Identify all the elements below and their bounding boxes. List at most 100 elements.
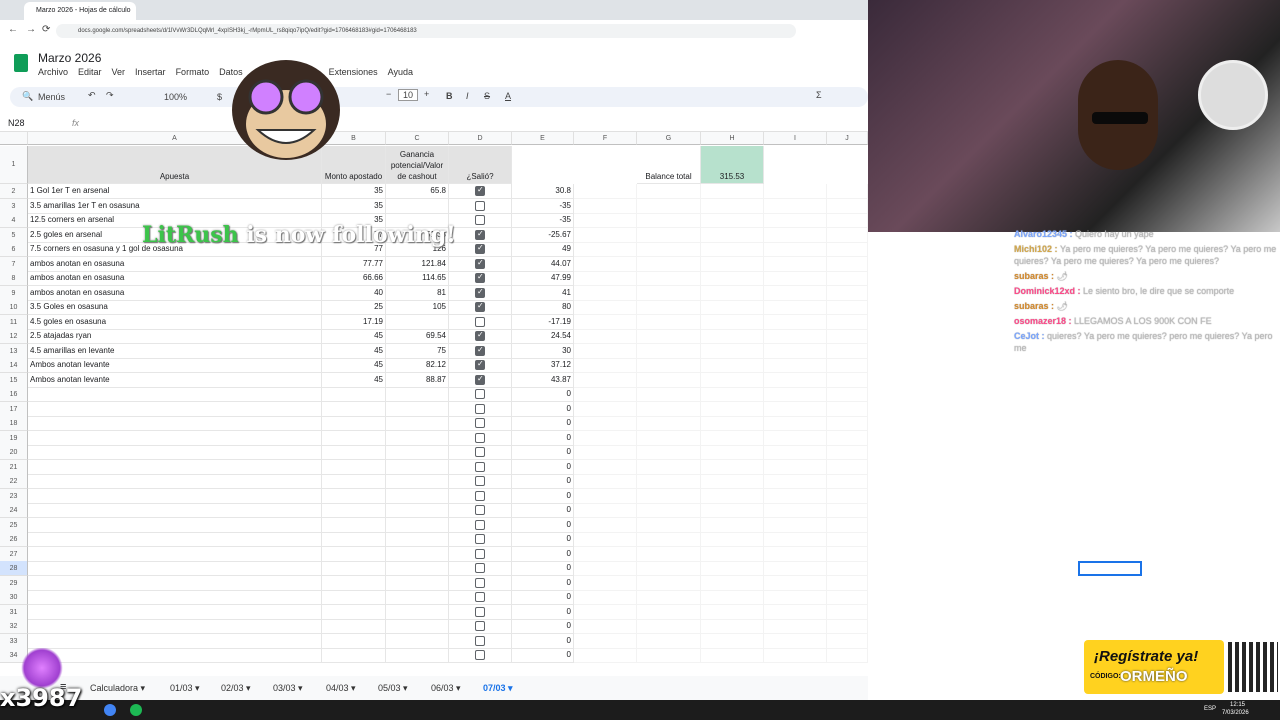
monto-cell[interactable]: 40 xyxy=(322,286,386,301)
empty-cell[interactable] xyxy=(574,605,637,620)
monto-cell[interactable] xyxy=(322,402,386,417)
empty-cell[interactable] xyxy=(701,532,764,547)
salio-checkbox[interactable] xyxy=(475,505,485,515)
apuesta-cell[interactable]: 3.5 Goles en osasuna xyxy=(28,300,322,315)
row-number[interactable]: 19 xyxy=(0,431,28,446)
empty-cell[interactable] xyxy=(764,184,827,199)
empty-cell[interactable] xyxy=(764,648,827,663)
ganancia-cell[interactable] xyxy=(386,474,449,489)
resultado-cell[interactable]: 0 xyxy=(512,489,574,504)
salio-checkbox[interactable] xyxy=(475,345,485,356)
resultado-cell[interactable]: -35 xyxy=(512,199,574,214)
apuesta-cell[interactable] xyxy=(28,619,322,634)
bold-icon[interactable]: B xyxy=(446,91,453,101)
empty-cell[interactable] xyxy=(637,300,701,315)
empty-cell[interactable] xyxy=(764,532,827,547)
row-number[interactable]: 32 xyxy=(0,619,28,634)
empty-cell[interactable] xyxy=(701,315,764,330)
resultado-cell[interactable]: 30 xyxy=(512,344,574,359)
empty-cell[interactable] xyxy=(764,213,827,228)
monto-cell[interactable]: 45 xyxy=(322,329,386,344)
empty-cell[interactable] xyxy=(701,344,764,359)
ganancia-cell[interactable] xyxy=(386,503,449,518)
empty-cell[interactable] xyxy=(701,634,764,649)
apuesta-cell[interactable] xyxy=(28,503,322,518)
salio-checkbox[interactable] xyxy=(475,287,485,298)
empty-cell[interactable] xyxy=(827,228,868,243)
empty-cell[interactable] xyxy=(574,547,637,562)
currency-format-button[interactable]: $ xyxy=(217,92,222,102)
increase-font-icon[interactable]: + xyxy=(424,89,429,99)
resultado-cell[interactable]: 43.87 xyxy=(512,373,574,388)
salio-checkbox[interactable] xyxy=(475,592,485,602)
chrome-icon[interactable] xyxy=(104,704,116,716)
column-header[interactable]: D xyxy=(449,132,512,145)
row-number[interactable]: 7 xyxy=(0,257,28,272)
language-indicator[interactable]: ESP xyxy=(1204,706,1216,712)
empty-cell[interactable] xyxy=(637,358,701,373)
row-number[interactable]: 1 xyxy=(0,146,28,184)
row-number[interactable]: 18 xyxy=(0,416,28,431)
empty-cell[interactable] xyxy=(701,445,764,460)
menus-button[interactable]: Menús xyxy=(38,92,65,102)
resultado-cell[interactable]: 0 xyxy=(512,634,574,649)
chat-username[interactable]: Dominick12xd : xyxy=(1014,286,1083,296)
apuesta-cell[interactable] xyxy=(28,387,322,402)
empty-cell[interactable] xyxy=(764,344,827,359)
name-box[interactable]: N28 xyxy=(8,118,25,128)
empty-cell[interactable] xyxy=(574,199,637,214)
ganancia-cell[interactable] xyxy=(386,576,449,591)
apuesta-cell[interactable] xyxy=(28,518,322,533)
ganancia-cell[interactable]: 82.12 xyxy=(386,358,449,373)
resultado-cell[interactable]: -25.67 xyxy=(512,228,574,243)
font-size-input[interactable]: 10 xyxy=(398,89,419,101)
empty-cell[interactable] xyxy=(827,489,868,504)
salio-checkbox[interactable] xyxy=(475,491,485,501)
ganancia-cell[interactable] xyxy=(386,387,449,402)
empty-cell[interactable] xyxy=(764,416,827,431)
search-icon[interactable]: 🔍 xyxy=(22,91,33,102)
empty-cell[interactable] xyxy=(827,242,868,257)
empty-cell[interactable] xyxy=(701,228,764,243)
apuesta-cell[interactable] xyxy=(28,431,322,446)
menu-help[interactable]: Ayuda xyxy=(388,67,413,77)
empty-cell[interactable] xyxy=(701,286,764,301)
monto-cell[interactable]: 45 xyxy=(322,373,386,388)
empty-cell[interactable] xyxy=(701,184,764,199)
empty-cell[interactable] xyxy=(764,402,827,417)
ganancia-cell[interactable]: 65.8 xyxy=(386,184,449,199)
sheet-tab[interactable]: 01/03 ▾ xyxy=(170,683,200,694)
empty-cell[interactable] xyxy=(637,387,701,402)
empty-cell[interactable] xyxy=(827,634,868,649)
row-number[interactable]: 13 xyxy=(0,344,28,359)
clock-time[interactable]: 12:15 xyxy=(1230,702,1245,708)
chat-username[interactable]: subaras : xyxy=(1014,301,1057,311)
empty-cell[interactable] xyxy=(637,518,701,533)
apuesta-cell[interactable]: 1 Gol 1er T en arsenal xyxy=(28,184,322,199)
monto-cell[interactable] xyxy=(322,561,386,576)
salio-checkbox[interactable] xyxy=(475,476,485,486)
empty-cell[interactable] xyxy=(637,590,701,605)
empty-cell[interactable] xyxy=(637,474,701,489)
resultado-cell[interactable]: 24.54 xyxy=(512,329,574,344)
empty-cell[interactable] xyxy=(701,576,764,591)
apuesta-cell[interactable] xyxy=(28,474,322,489)
empty-cell[interactable] xyxy=(574,228,637,243)
salio-checkbox[interactable] xyxy=(475,462,485,472)
monto-cell[interactable] xyxy=(322,576,386,591)
apuesta-cell[interactable]: 2.5 atajadas ryan xyxy=(28,329,322,344)
empty-cell[interactable] xyxy=(827,532,868,547)
monto-cell[interactable] xyxy=(322,634,386,649)
sheet-tab[interactable]: 04/03 ▾ xyxy=(326,683,356,694)
empty-cell[interactable] xyxy=(574,373,637,388)
apuesta-cell[interactable] xyxy=(28,489,322,504)
empty-cell[interactable] xyxy=(827,590,868,605)
chat-username[interactable]: Michi102 : xyxy=(1014,244,1060,254)
empty-cell[interactable] xyxy=(701,242,764,257)
row-number[interactable]: 5 xyxy=(0,228,28,243)
resultado-cell[interactable]: 0 xyxy=(512,518,574,533)
empty-cell[interactable] xyxy=(574,576,637,591)
empty-cell[interactable] xyxy=(827,460,868,475)
salio-checkbox[interactable] xyxy=(475,418,485,428)
empty-cell[interactable] xyxy=(637,228,701,243)
